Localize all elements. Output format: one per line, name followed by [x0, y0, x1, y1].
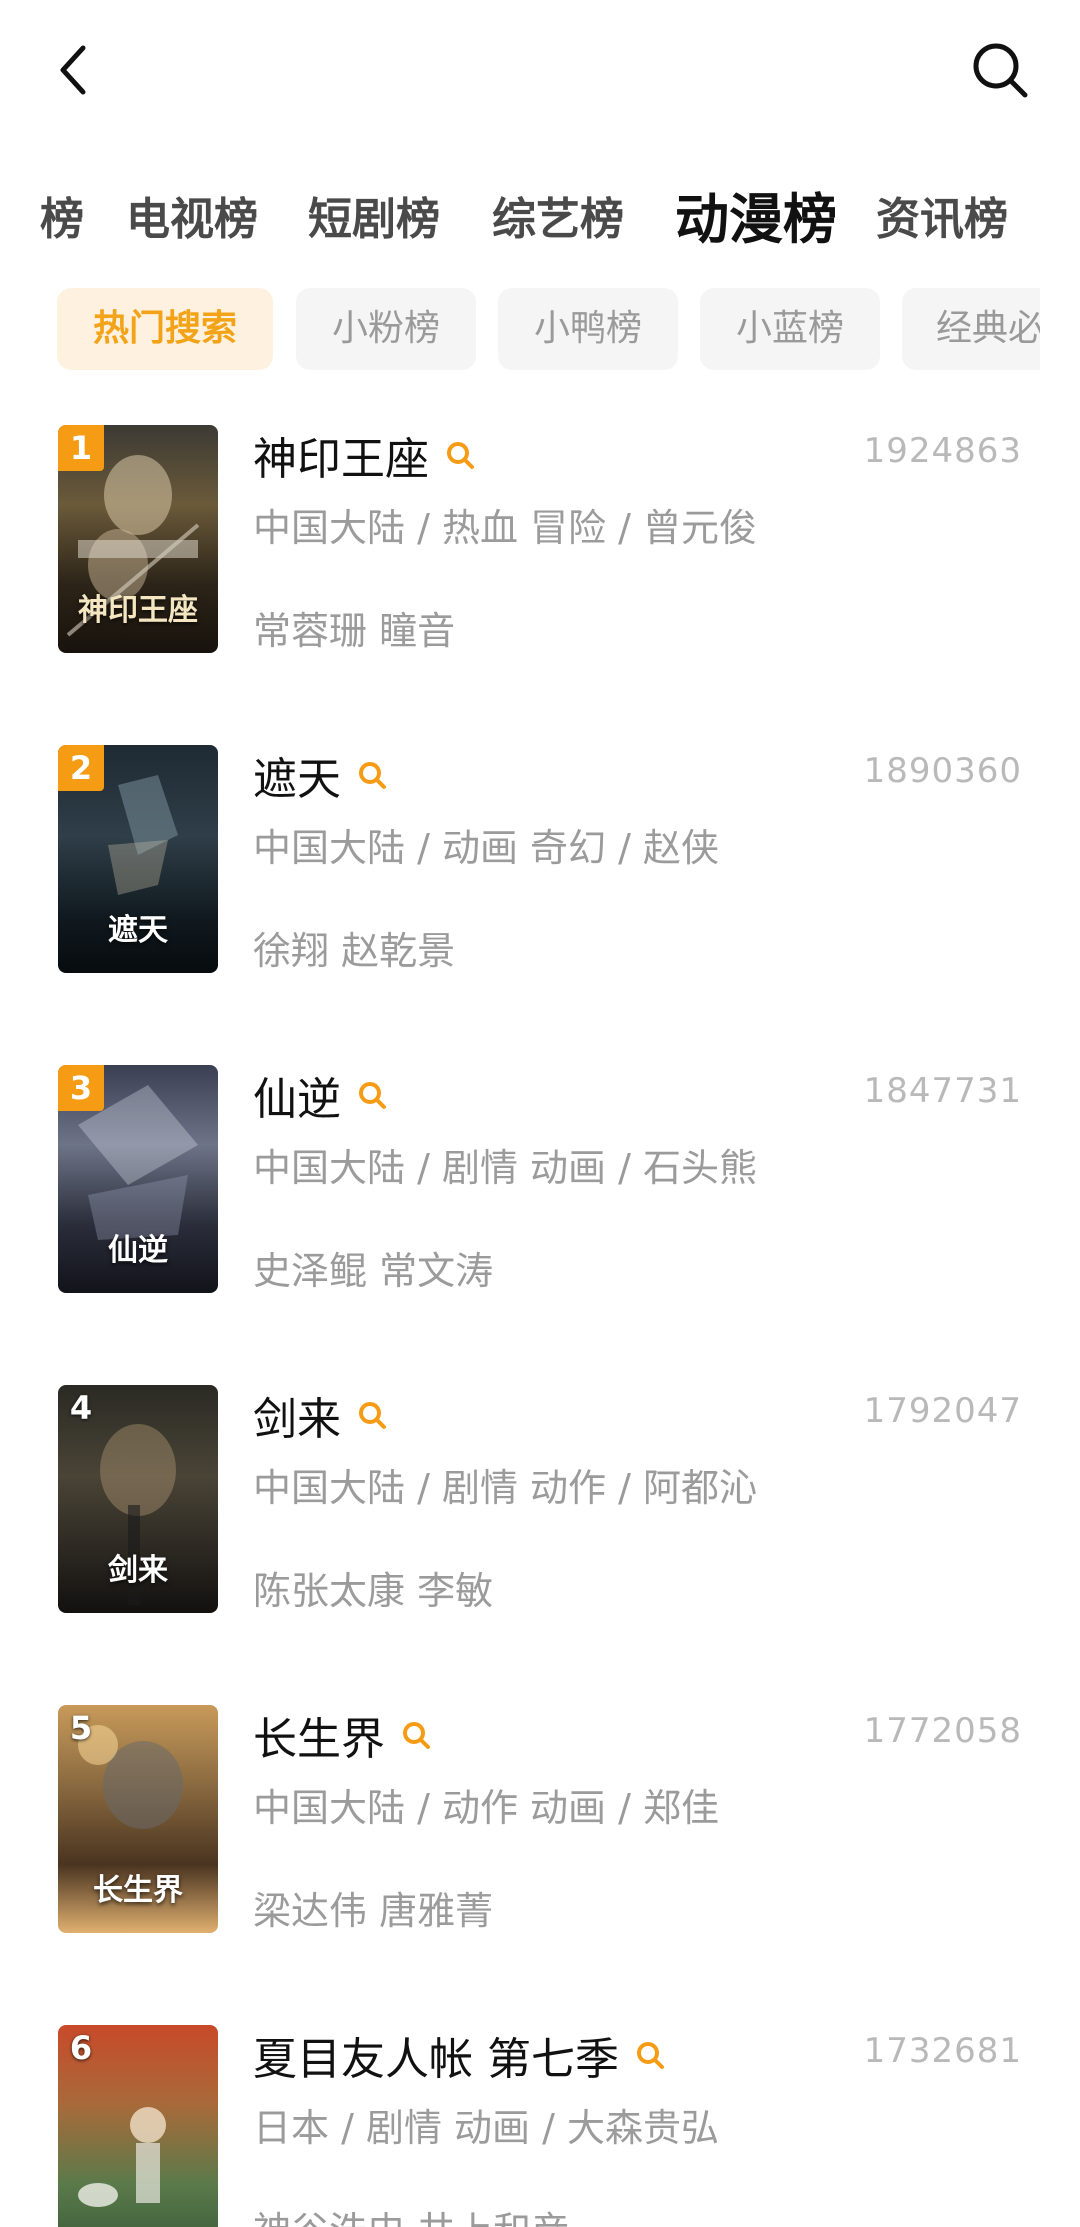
tab-news[interactable]: 资讯榜	[876, 170, 1008, 270]
chevron-left-icon	[60, 45, 86, 95]
item-meta: 日本 / 剧情 动画 / 大森贵弘	[253, 2106, 720, 2150]
item-cast: 史泽鲲 常文涛	[253, 1249, 494, 1293]
search-icon[interactable]	[635, 2040, 665, 2070]
chip-xiaofen[interactable]: 小粉榜	[296, 288, 476, 370]
tab-variety[interactable]: 综艺榜	[492, 170, 624, 270]
rank-badge: 3	[58, 1065, 104, 1111]
search-count: 1847731	[863, 1071, 1022, 1111]
rank-badge: 5	[69, 1709, 93, 1747]
search-count: 1924863	[863, 431, 1022, 471]
rank-badge: 6	[69, 2029, 93, 2067]
item-title[interactable]: 遮天	[253, 743, 341, 807]
item-title[interactable]: 夏目友人帐 第七季	[253, 2023, 619, 2087]
search-count: 1732681	[863, 2031, 1022, 2071]
item-meta: 中国大陆 / 动作 动画 / 郑佳	[253, 1786, 720, 1830]
tab-short-drama[interactable]: 短剧榜	[308, 170, 440, 270]
title-row: 遮天	[253, 745, 387, 805]
poster-title: 剑来	[108, 1553, 168, 1588]
rank-badge: 2	[58, 745, 104, 791]
title-row: 神印王座	[253, 425, 475, 485]
poster-title: 神印王座	[78, 593, 198, 628]
search-icon[interactable]	[357, 760, 387, 790]
item-cast: 徐翔 赵乾景	[253, 929, 456, 973]
top-bar	[0, 0, 1080, 140]
search-count: 1890360	[863, 751, 1022, 791]
search-icon	[973, 43, 1028, 98]
search-icon[interactable]	[357, 1080, 387, 1110]
rank-badge: 1	[58, 425, 104, 471]
title-row: 剑来	[253, 1385, 387, 1445]
item-title[interactable]: 长生界	[253, 1703, 385, 1767]
item-title[interactable]: 剑来	[253, 1383, 341, 1447]
title-row: 夏目友人帐 第七季	[253, 2025, 665, 2085]
list-item[interactable]: 6 夏目友人帐 第七季 1732681 日本 / 剧情 动画 / 大森贵弘 神谷…	[0, 2025, 1080, 2227]
list-item[interactable]: 仙逆 3 仙逆 1847731 中国大陆 / 剧情 动画 / 石头熊 史泽鲲 常…	[0, 1065, 1080, 1295]
chip-hot-search[interactable]: 热门搜索	[57, 288, 273, 370]
list-item[interactable]: 神印王座 1 神印王座 1924863 中国大陆 / 热血 冒险 / 曾元俊 常…	[0, 425, 1080, 655]
poster-title: 仙逆	[108, 1233, 168, 1268]
list-item[interactable]: 剑来 4 剑来 1792047 中国大陆 / 剧情 动作 / 阿都沁 陈张太康 …	[0, 1385, 1080, 1615]
item-meta: 中国大陆 / 热血 冒险 / 曾元俊	[253, 506, 758, 550]
screen: 榜 电视榜 短剧榜 综艺榜 动漫榜 资讯榜 热门搜索 小粉榜 小鸭榜 小蓝榜 经…	[0, 0, 1080, 2227]
rank-badge: 4	[69, 1389, 93, 1427]
list-item[interactable]: 遮天 2 遮天 1890360 中国大陆 / 动画 奇幻 / 赵侠 徐翔 赵乾景	[0, 745, 1080, 975]
poster-title: 遮天	[108, 913, 168, 948]
poster-image[interactable]: 长生界 5	[58, 1705, 218, 1933]
poster-image[interactable]: 剑来 4	[58, 1385, 218, 1613]
item-cast: 神谷浩史 井上和彦	[253, 2200, 569, 2227]
poster-image[interactable]: 仙逆 3	[58, 1065, 218, 1293]
item-cast: 陈张太康 李敏	[253, 1569, 494, 1613]
chip-xiaoya[interactable]: 小鸭榜	[498, 288, 678, 370]
search-icon[interactable]	[445, 440, 475, 470]
search-count: 1772058	[863, 1711, 1022, 1751]
item-title[interactable]: 仙逆	[253, 1063, 341, 1127]
tab-partial[interactable]: 榜	[40, 170, 84, 270]
poster-title: 长生界	[93, 1873, 183, 1908]
search-button[interactable]	[955, 30, 1045, 110]
chip-classic[interactable]: 经典必	[902, 288, 1040, 370]
item-meta: 中国大陆 / 剧情 动画 / 石头熊	[253, 1146, 758, 1190]
poster-image[interactable]: 遮天 2	[58, 745, 218, 973]
title-row: 仙逆	[253, 1065, 387, 1125]
poster-image[interactable]: 6	[58, 2025, 218, 2227]
title-row: 长生界	[253, 1705, 431, 1765]
item-meta: 中国大陆 / 动画 奇幻 / 赵侠	[253, 826, 720, 870]
search-count: 1792047	[863, 1391, 1022, 1431]
poster-image[interactable]: 神印王座 1	[58, 425, 218, 653]
tab-anime[interactable]: 动漫榜	[675, 170, 837, 270]
tab-tv[interactable]: 电视榜	[126, 170, 258, 270]
sub-tabs: 热门搜索 小粉榜 小鸭榜 小蓝榜 经典必	[0, 288, 1040, 370]
search-icon[interactable]	[401, 1720, 431, 1750]
item-cast: 梁达伟 唐雅菁	[253, 1889, 494, 1933]
chip-xiaolan[interactable]: 小蓝榜	[700, 288, 880, 370]
item-meta: 中国大陆 / 剧情 动作 / 阿都沁	[253, 1466, 758, 1510]
item-title[interactable]: 神印王座	[253, 423, 429, 487]
list-item[interactable]: 长生界 5 长生界 1772058 中国大陆 / 动作 动画 / 郑佳 梁达伟 …	[0, 1705, 1080, 1935]
back-button[interactable]	[38, 30, 108, 110]
search-icon[interactable]	[357, 1400, 387, 1430]
category-tabs: 榜 电视榜 短剧榜 综艺榜 动漫榜 资讯榜	[0, 170, 1080, 270]
item-cast: 常蓉珊 瞳音	[253, 609, 456, 653]
